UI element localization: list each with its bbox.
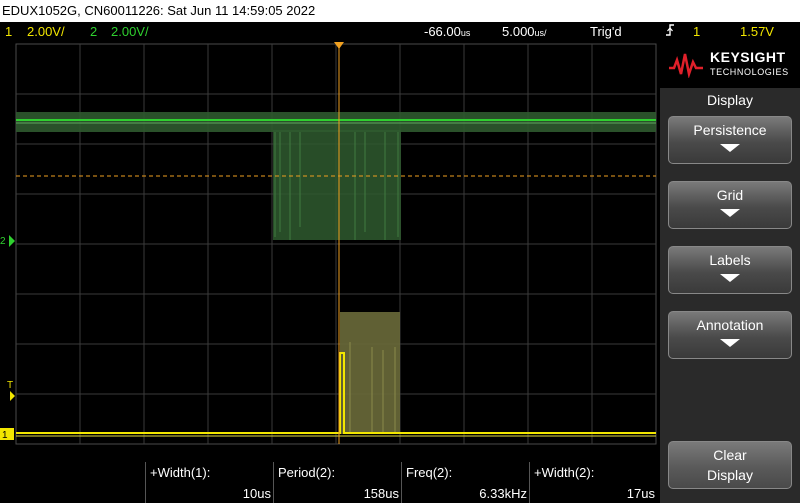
labels-button[interactable]: Labels (668, 246, 792, 294)
measurement-label: +Width(2): (534, 465, 595, 480)
clear-label-line1: Clear (713, 447, 747, 463)
measurement-width2[interactable]: +Width(2): 17us (529, 462, 659, 503)
delay-value[interactable]: -66.00us (424, 22, 470, 43)
trigger-edge-icon[interactable] (664, 22, 676, 44)
trigger-level[interactable]: 1.57V (740, 22, 774, 42)
softkey-label: Persistence (693, 122, 767, 138)
measurement-label: Freq(2): (406, 465, 453, 480)
ch1-scale[interactable]: 2.00V/ (27, 22, 65, 42)
delay-unit: us (460, 28, 471, 38)
delay-number: -66.00 (424, 24, 461, 39)
softkey-label: Labels (709, 252, 751, 268)
chevron-down-icon (720, 274, 740, 282)
timebase-number: 5.000 (502, 24, 535, 39)
title-text: EDUX1052G, CN60011226: Sat Jun 11 14:59:… (2, 3, 316, 18)
ch2-noise-band (16, 112, 656, 132)
persistence-button[interactable]: Persistence (668, 116, 792, 164)
ch2-ground-marker: 2 (0, 236, 6, 247)
measurement-bar: +Width(1): 10us Period(2): 158us Freq(2)… (0, 462, 660, 503)
waveform-svg: 2 T 1 (0, 42, 657, 445)
clear-display-button[interactable]: Clear Display (668, 441, 792, 489)
brand-name: KEYSIGHT (710, 49, 786, 65)
chevron-down-icon (720, 339, 740, 347)
measurement-value: 6.33kHz (479, 486, 527, 501)
measurement-label: Period(2): (278, 465, 336, 480)
chevron-down-icon (720, 209, 740, 217)
trigger-marker: T (7, 380, 13, 391)
keysight-logo: KEYSIGHT TECHNOLOGIES (660, 42, 800, 88)
measurement-width1[interactable]: +Width(1): 10us (145, 462, 275, 503)
svg-text:1: 1 (2, 430, 8, 441)
menu-title: Display (707, 92, 753, 108)
title-bar: EDUX1052G, CN60011226: Sat Jun 11 14:59:… (0, 0, 800, 22)
ch2-number[interactable]: 2 (90, 22, 97, 42)
softkey-panel: KEYSIGHT TECHNOLOGIES Display Persistenc… (660, 42, 800, 503)
measurement-freq2[interactable]: Freq(2): 6.33kHz (401, 462, 531, 503)
measurement-label: +Width(1): (150, 465, 211, 480)
status-bar: 1 2.00V/ 2 2.00V/ -66.00us 5.000us/ Trig… (0, 22, 800, 42)
brand-sub: TECHNOLOGIES (710, 67, 789, 77)
measurement-value: 158us (363, 486, 399, 501)
ch1-burst (340, 312, 400, 434)
trigger-channel[interactable]: 1 (693, 22, 700, 42)
softkey-label: Annotation (696, 317, 764, 333)
trigger-state: Trig'd (590, 24, 622, 39)
ch2-burst (273, 130, 401, 240)
measurement-value: 10us (242, 486, 271, 501)
timebase-value[interactable]: 5.000us/ (502, 22, 547, 43)
ch1-number[interactable]: 1 (5, 22, 12, 42)
grid-button[interactable]: Grid (668, 181, 792, 229)
annotation-button[interactable]: Annotation (668, 311, 792, 359)
measurement-period2[interactable]: Period(2): 158us (273, 462, 403, 503)
softkey-label: Grid (716, 187, 744, 203)
graticule-grid (16, 44, 656, 444)
clear-label-line2: Display (707, 467, 753, 483)
timebase-unit: us/ (534, 28, 547, 38)
measurement-value: 17us (626, 486, 655, 501)
waveform-display[interactable]: 2 T 1 (0, 42, 660, 462)
keysight-wave-icon (669, 53, 703, 78)
chevron-down-icon (720, 144, 740, 152)
ch2-scale[interactable]: 2.00V/ (111, 22, 149, 42)
